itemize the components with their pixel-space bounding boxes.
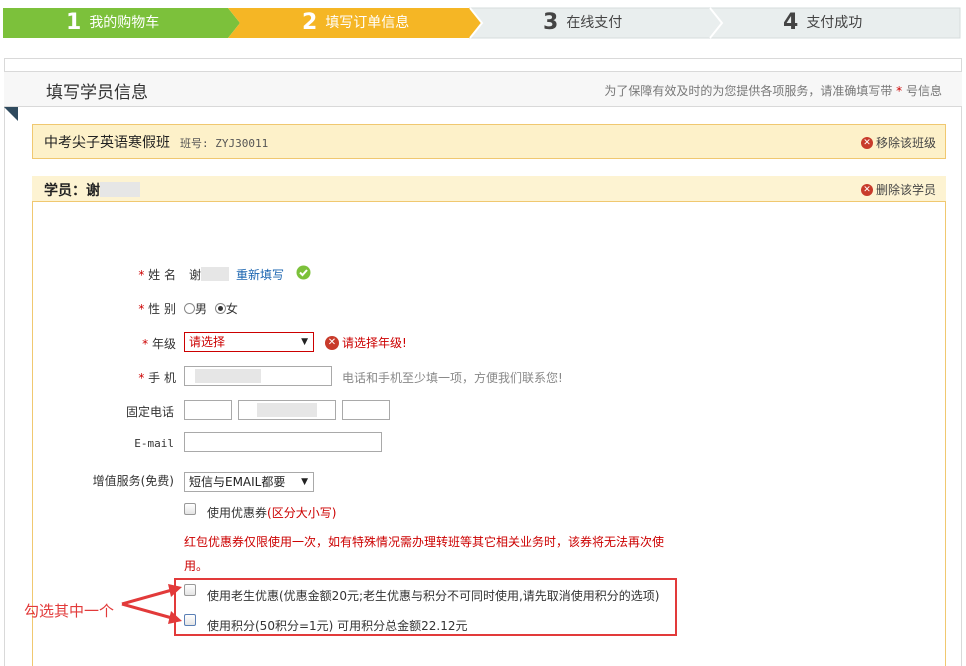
name-label: * 姓 名 [138, 268, 176, 282]
redacted-name-value [201, 267, 230, 281]
service-select-value: 短信与EMAIL都要 [189, 475, 286, 489]
header-notch [4, 107, 18, 121]
phone-ext-input[interactable] [342, 400, 390, 420]
gender-label: * 性 别 [138, 302, 176, 316]
header-note: 为了保障有效及时的为您提供各项服务，请准确填写带 * 号信息 [604, 82, 942, 99]
remove-icon: ✕ [860, 136, 873, 149]
step-3: 3 在线支付 [543, 6, 622, 38]
annotation-arrows [121, 584, 182, 624]
step-3-label: 在线支付 [566, 15, 623, 31]
step-1: 1 我的购物车 [66, 6, 159, 38]
class-name: 中考尖子英语寒假班 [44, 135, 170, 151]
step-4-number: 4 [783, 9, 799, 35]
redacted-name [100, 182, 140, 197]
step-1-number: 1 [66, 9, 82, 35]
error-icon: ✕ [325, 335, 339, 350]
step-2-label: 填写订单信息 [325, 15, 410, 31]
coupon-note: (区分大小写) [267, 506, 337, 520]
class-number: 班号: ZYJ30011 [180, 137, 269, 150]
gender-female-label: 女 [225, 302, 238, 316]
coupon-notice-line-2: 用。 [184, 559, 209, 573]
mobile-input[interactable] [184, 366, 332, 386]
coupon-label-text: 使用优惠券 [207, 506, 268, 520]
remove-class-label: 移除该班级 [875, 136, 936, 150]
gender-male-label: 男 [195, 302, 208, 316]
old-student-label: 使用老生优惠(优惠金额20元;老生优惠与积分不可同时使用,请先取消使用积分的选项… [207, 589, 660, 603]
mobile-label: * 手 机 [138, 371, 176, 385]
chevron-down-icon: ▼ [301, 337, 308, 347]
header-note-text-2: 号信息 [902, 84, 942, 98]
annotation-text: 勾选其中一个 [24, 602, 115, 620]
step-2: 2 填写订单信息 [302, 6, 409, 38]
gender-male-radio[interactable] [184, 303, 195, 314]
name-value-text: 谢 [189, 268, 202, 282]
remove-class-button[interactable]: ✕ 移除该班级 [860, 134, 936, 151]
service-select[interactable]: 短信与EMAIL都要 ▼ [184, 472, 314, 492]
coupon-label: 使用优惠券(区分大小写) [207, 504, 336, 521]
student-bar [32, 176, 946, 202]
refill-link[interactable]: 重新填写 [236, 266, 284, 283]
grade-error: ✕ 请选择年级! [325, 334, 407, 351]
points-label: 使用积分(50积分=1元) 可用积分总金额22.12元 [207, 619, 468, 633]
coupon-checkbox[interactable] [184, 503, 196, 515]
step-2-number: 2 [302, 9, 318, 35]
grade-error-text: 请选择年级! [342, 336, 407, 350]
gender-female-radio[interactable] [214, 303, 226, 314]
phone-number-input[interactable] [238, 400, 336, 420]
step-4: 4 支付成功 [783, 6, 862, 38]
grade-select-value: 请选择 [189, 335, 226, 349]
delete-student-button[interactable]: ✕ 删除该学员 [860, 181, 936, 198]
grade-label: * 年级 [142, 337, 176, 351]
student-title: 学员：谢 [44, 180, 140, 200]
student-title-text: 学员：谢 [44, 183, 100, 199]
delete-student-label: 删除该学员 [875, 183, 936, 197]
grade-select[interactable]: 请选择 ▼ [184, 332, 314, 352]
phone-label: 固定电话 [125, 405, 174, 419]
service-label: 增值服务(免费) [92, 474, 174, 488]
name-value: 谢 [189, 266, 230, 283]
gender-options: 男 女 [184, 300, 238, 317]
header-note-text-1: 为了保障有效及时的为您提供各项服务，请准确填写带 [604, 84, 897, 98]
delete-icon: ✕ [860, 183, 873, 196]
email-label: E-mail [134, 437, 174, 450]
checkout-steps: 1 我的购物车 2 填写订单信息 3 在线支付 4 支付成功 [0, 6, 966, 40]
chevron-down-icon: ▼ [301, 477, 308, 487]
redacted-phone [257, 403, 317, 417]
step-3-number: 3 [543, 9, 559, 35]
step-1-label: 我的购物车 [89, 15, 160, 31]
phone-area-input[interactable] [184, 400, 232, 420]
check-icon [296, 265, 311, 280]
coupon-notice-line-1: 红包优惠券仅限使用一次，如有特殊情况需办理转班等其它相关业务时，该券将无法再次使 [184, 535, 665, 549]
redacted-mobile [195, 369, 261, 383]
email-input[interactable] [184, 432, 382, 452]
step-4-label: 支付成功 [806, 15, 863, 31]
coupon-notice: 红包优惠券仅限使用一次，如有特殊情况需办理转班等其它相关业务时，该券将无法再次使… [184, 530, 674, 578]
section-title: 填写学员信息 [46, 83, 148, 103]
mobile-hint: 电话和手机至少填一项，方便我们联系您! [342, 371, 563, 385]
